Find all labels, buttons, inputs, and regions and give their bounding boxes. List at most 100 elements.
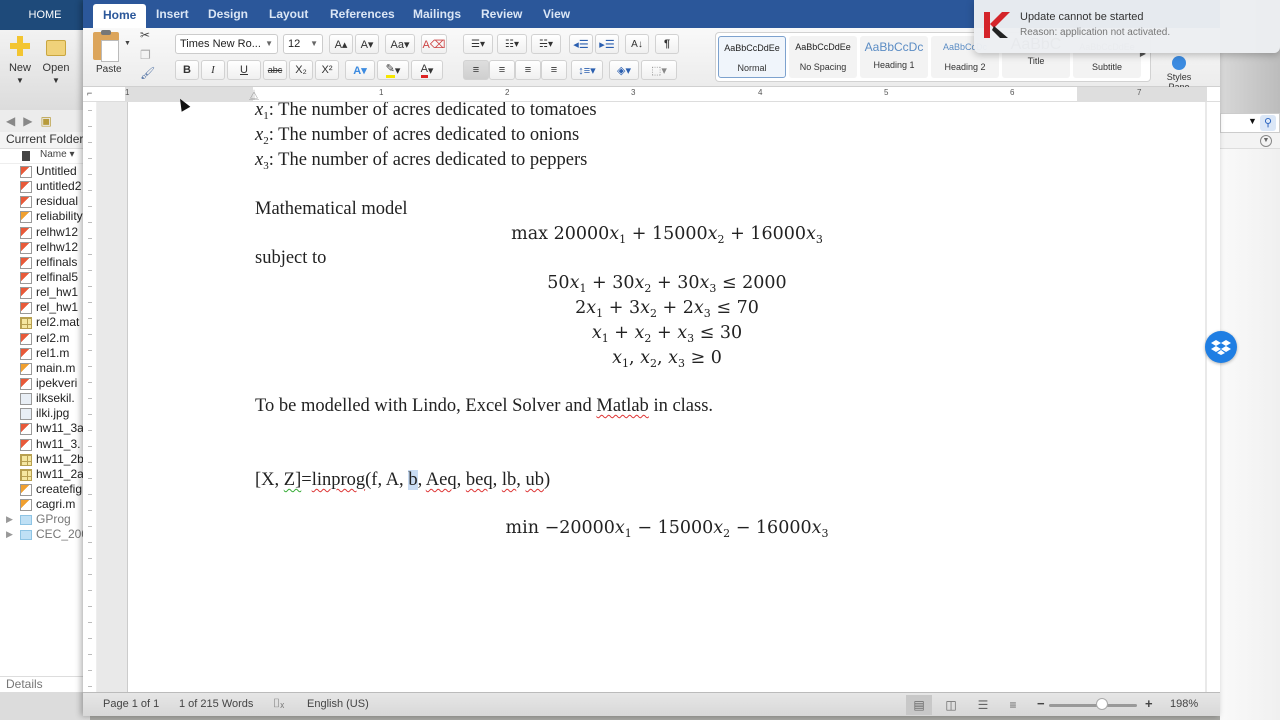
tab-references[interactable]: References [330, 7, 395, 21]
file-item[interactable]: hw11_3a [0, 421, 89, 436]
up-folder-icon[interactable]: ▣ [40, 114, 51, 128]
horizontal-ruler[interactable]: ⌐ 1 1 2 3 4 5 6 7 ⏅ [83, 87, 1220, 102]
copy-icon[interactable]: ❐ [140, 48, 151, 62]
update-error-notification[interactable]: Update cannot be started Reason: applica… [974, 0, 1280, 53]
expand-arrow-icon[interactable]: ▶ [6, 527, 13, 542]
zoom-out-button[interactable]: − [1037, 696, 1045, 711]
chevron-down-icon[interactable]: ▼ [124, 40, 131, 47]
show-formatting-button[interactable]: ¶ [655, 34, 679, 54]
word-count[interactable]: 1 of 215 Words [179, 698, 253, 710]
format-painter-icon[interactable]: 🖌 [140, 66, 155, 80]
style-no-spacing[interactable]: AaBbCcDdEe No Spacing [789, 36, 857, 78]
tab-home[interactable]: Home [93, 4, 147, 28]
tab-design[interactable]: Design [208, 7, 248, 21]
file-item[interactable]: hw11_2a [0, 467, 89, 482]
file-item[interactable]: hw11_2b [0, 452, 89, 467]
tab-stop-selector[interactable]: ⌐ [87, 88, 92, 98]
name-column-header[interactable]: Name ▾ [0, 149, 89, 164]
line-spacing-button[interactable]: ↕≡▾ [571, 60, 603, 80]
align-center-button[interactable]: ≡ [489, 60, 515, 80]
style-heading-1[interactable]: AaBbCcDc Heading 1 [860, 36, 928, 78]
superscript-button[interactable]: X² [315, 60, 339, 80]
align-left-button[interactable]: ≡ [463, 60, 489, 80]
strikethrough-button[interactable]: abc [263, 60, 287, 80]
increase-indent-button[interactable]: ▸☰ [595, 34, 619, 54]
bullets-button[interactable]: ☰▾ [463, 34, 493, 54]
tab-mailings[interactable]: Mailings [413, 7, 461, 21]
chevron-down-icon[interactable]: ▼ [1248, 116, 1257, 126]
subscript-button[interactable]: X₂ [289, 60, 313, 80]
clear-formatting-button[interactable]: A⌫ [421, 34, 447, 54]
file-item[interactable]: Untitled [0, 164, 89, 179]
highlight-button[interactable]: ✎ ▾ [377, 60, 409, 80]
misspelled-word[interactable]: Aeq [426, 470, 457, 490]
file-item[interactable]: rel2.m [0, 331, 89, 346]
misspelled-word[interactable]: lb [502, 470, 516, 490]
sort-button[interactable]: A↓ [625, 34, 649, 54]
zoom-slider-thumb[interactable] [1095, 698, 1108, 710]
file-item[interactable]: createfig [0, 482, 89, 497]
tab-insert[interactable]: Insert [156, 7, 189, 21]
justify-button[interactable]: ≡ [541, 60, 567, 80]
file-item[interactable]: rel2.mat [0, 315, 89, 330]
matlab-home-tab[interactable]: HOME [0, 0, 90, 30]
search-icon[interactable]: ⚲ [1260, 115, 1276, 131]
misspelled-word[interactable]: ub [525, 470, 544, 490]
file-item[interactable]: untitled2 [0, 179, 89, 194]
style-normal[interactable]: AaBbCcDdEe Normal [718, 36, 786, 78]
file-item[interactable]: main.m [0, 361, 89, 376]
file-item[interactable]: relhw12 [0, 240, 89, 255]
decrease-indent-button[interactable]: ◂☰ [569, 34, 593, 54]
font-color-button[interactable]: A ▾ [411, 60, 443, 80]
document-page[interactable]: x1: The number of acres dedicated to tom… [127, 102, 1205, 692]
file-item[interactable]: ipekveri [0, 376, 89, 391]
change-case-button[interactable]: Aa▾ [385, 34, 415, 54]
file-item[interactable]: ilksekil. [0, 391, 89, 406]
matlab-open-button[interactable]: Open ▼ [38, 36, 74, 85]
bold-button[interactable]: B [175, 60, 199, 80]
underline-button[interactable]: U [227, 60, 261, 80]
shrink-font-button[interactable]: A▾ [355, 34, 379, 54]
page-count[interactable]: Page 1 of 1 [103, 698, 159, 710]
matlab-new-button[interactable]: New ▼ [2, 36, 38, 85]
tab-review[interactable]: Review [481, 7, 522, 21]
back-arrow-icon[interactable]: ◀ [6, 114, 15, 128]
misspelled-word[interactable]: beq [466, 470, 493, 490]
proofing-icon[interactable]: ⌷ₓ [273, 696, 284, 711]
tab-view[interactable]: View [543, 7, 570, 21]
file-item[interactable]: relfinals [0, 255, 89, 270]
file-item[interactable]: relfinal5 [0, 270, 89, 285]
grow-font-button[interactable]: A▴ [329, 34, 353, 54]
text-effects-button[interactable]: A▾ [345, 60, 375, 80]
file-item[interactable]: rel_hw1 [0, 300, 89, 315]
file-item[interactable]: hw11_3. [0, 437, 89, 452]
numbering-button[interactable]: ☷▾ [497, 34, 527, 54]
misspelled-word[interactable]: Matlab [596, 396, 648, 416]
font-name-select[interactable]: Times New Ro... ▼ [175, 34, 278, 54]
folder-item[interactable]: ▶ CEC_200 [0, 527, 89, 542]
misspelled-word[interactable]: linprog [312, 470, 365, 490]
italic-button[interactable]: I [201, 60, 225, 80]
selected-text[interactable]: b [408, 470, 418, 490]
file-item[interactable]: rel_hw1 [0, 285, 89, 300]
options-icon[interactable]: ▼ [1260, 135, 1272, 147]
zoom-slider[interactable] [1049, 704, 1137, 707]
outline-view-button[interactable]: ☰ [970, 695, 996, 715]
file-item[interactable]: relhw12 [0, 225, 89, 240]
details-panel-header[interactable]: Details [0, 676, 90, 692]
file-item[interactable]: reliability [0, 209, 89, 224]
zoom-in-button[interactable]: + [1145, 696, 1153, 711]
web-layout-view-button[interactable]: ◫ [938, 695, 964, 715]
file-item[interactable]: ilki.jpg [0, 406, 89, 421]
expand-arrow-icon[interactable]: ▶ [6, 512, 13, 527]
borders-button[interactable]: ⬚▾ [641, 60, 677, 80]
print-layout-view-button[interactable]: ▤ [906, 695, 932, 715]
folder-item[interactable]: ▶ GProg [0, 512, 89, 527]
tab-layout[interactable]: Layout [269, 7, 308, 21]
workspace-search[interactable]: ▼ ⚲ [1220, 113, 1280, 133]
indent-marker[interactable]: ⏅ [249, 87, 259, 102]
grammar-flagged-text[interactable]: Z] [284, 470, 301, 490]
file-item[interactable]: cagri.m [0, 497, 89, 512]
file-item[interactable]: rel1.m [0, 346, 89, 361]
shading-button[interactable]: ◈▾ [609, 60, 639, 80]
